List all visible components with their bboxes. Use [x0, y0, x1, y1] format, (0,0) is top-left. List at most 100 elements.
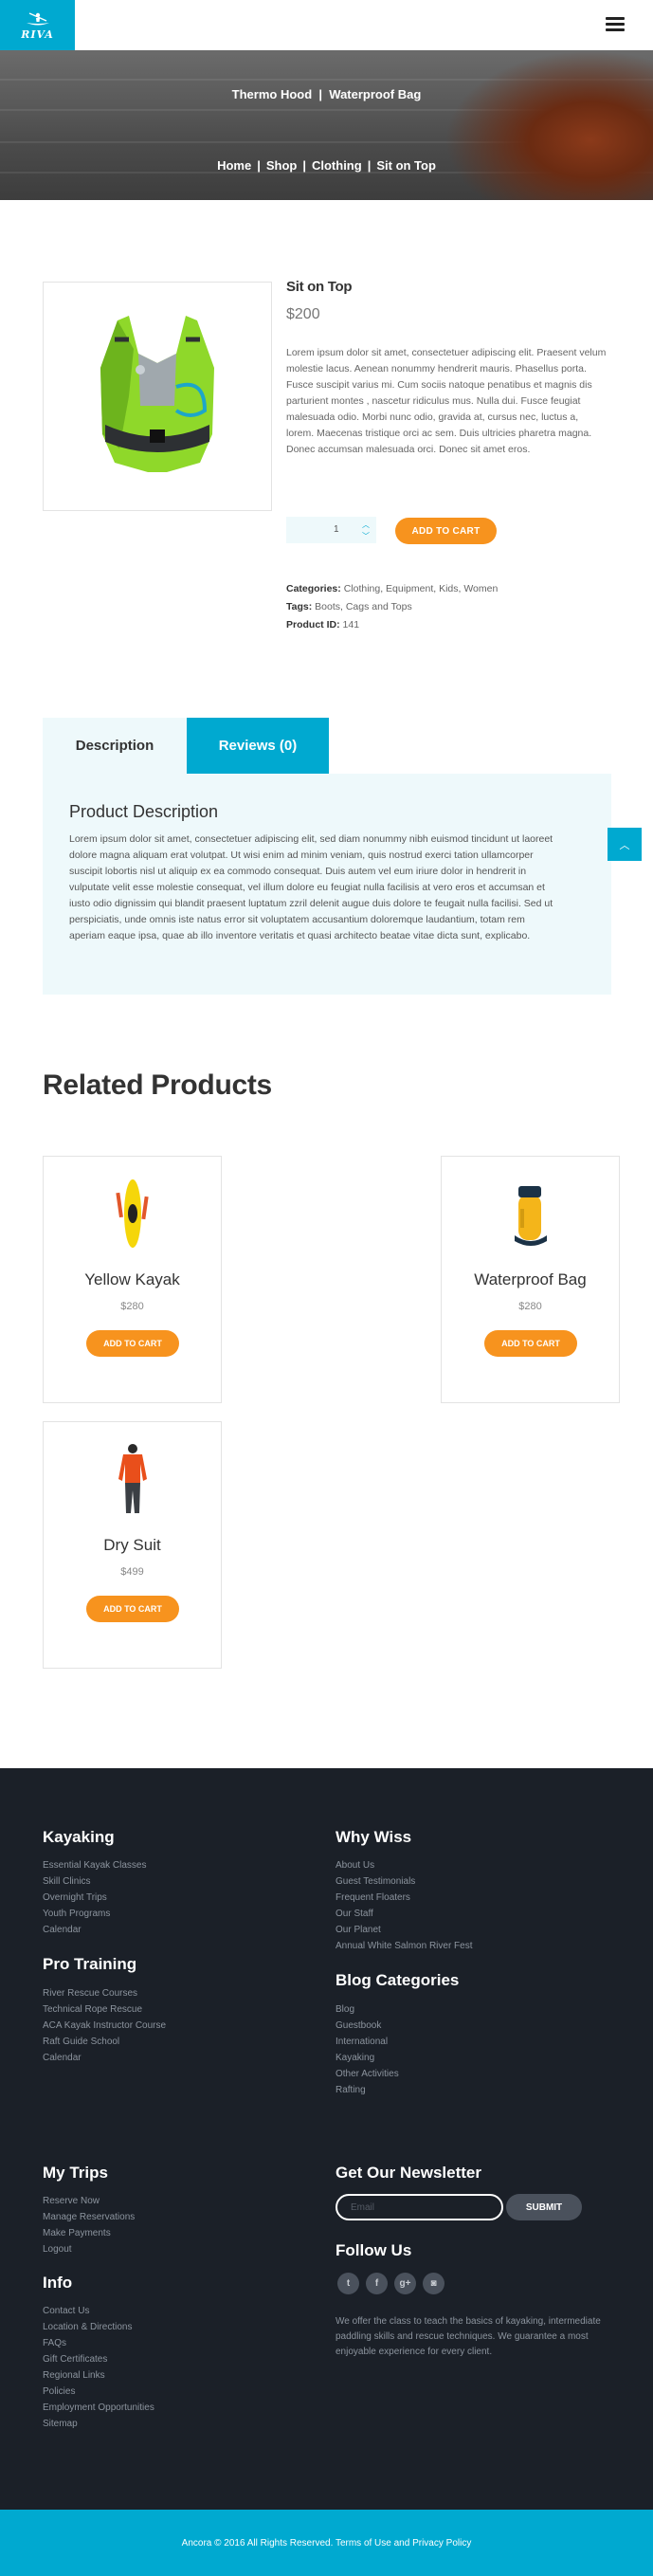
breadcrumb-clothing[interactable]: Clothing	[312, 158, 362, 173]
product-id: Product ID: 141	[286, 619, 359, 630]
add-to-cart-button[interactable]: ADD TO CART	[395, 518, 497, 544]
footer-link[interactable]: Skill Clinics	[43, 1873, 147, 1890]
footer-blog-categories-heading: Blog Categories	[336, 1971, 460, 1989]
related-product-card[interactable]: Dry Suit $499 ADD TO CART	[43, 1421, 222, 1669]
footer-link[interactable]: Rafting	[336, 2082, 399, 2098]
hero-banner	[0, 50, 653, 200]
breadcrumb-separator: |	[302, 158, 306, 173]
related-product-card[interactable]: Yellow Kayak $280 ADD TO CART	[43, 1156, 222, 1403]
categories-links[interactable]: Clothing, Equipment, Kids, Women	[344, 583, 499, 594]
footer-link[interactable]: Our Staff	[336, 1906, 473, 1922]
related-product-price: $280	[120, 1301, 144, 1312]
footer-blog-categories-links: Blog Guestbook International Kayaking Ot…	[336, 2001, 399, 2098]
footer-blurb: We offer the class to teach the basics o…	[336, 2316, 601, 2357]
footer-link[interactable]: River Rescue Courses	[43, 1985, 166, 2001]
related-products-heading: Related Products	[43, 1069, 272, 1101]
newsletter-heading: Get Our Newsletter	[336, 2164, 481, 2182]
footer-pro-training-links: River Rescue Courses Technical Rope Resc…	[43, 1985, 166, 2066]
footer-link[interactable]: Gift Certificates	[43, 2351, 154, 2367]
footer-link[interactable]: Raft Guide School	[43, 2034, 166, 2050]
add-to-cart-button[interactable]: ADD TO CART	[86, 1596, 179, 1622]
related-product-name[interactable]: Dry Suit	[44, 1536, 221, 1555]
related-product-name[interactable]: Yellow Kayak	[44, 1270, 221, 1289]
dry-suit-icon	[44, 1441, 221, 1517]
footer-link[interactable]: ACA Kayak Instructor Course	[43, 2018, 166, 2034]
categories-label: Categories:	[286, 583, 341, 594]
footer-link[interactable]: Calendar	[43, 2050, 166, 2066]
related-product-name[interactable]: Waterproof Bag	[442, 1270, 619, 1289]
footer-link[interactable]: Regional Links	[43, 2367, 154, 2384]
quantity-value[interactable]: 1	[334, 524, 339, 535]
product-description: Lorem ipsum dolor sit amet, consectetuer…	[286, 347, 607, 455]
footer-link[interactable]: About Us	[336, 1857, 473, 1873]
footer-link[interactable]: Frequent Floaters	[336, 1890, 473, 1906]
footer-link[interactable]: Reserve Now	[43, 2193, 135, 2209]
footer-link[interactable]: Manage Reservations	[43, 2209, 135, 2225]
footer-link[interactable]: Employment Opportunities	[43, 2400, 154, 2416]
hamburger-menu-icon[interactable]	[606, 17, 625, 31]
footer-info-heading: Info	[43, 2274, 73, 2292]
facebook-icon[interactable]: f	[366, 2273, 388, 2294]
product-categories: Categories: Clothing, Equipment, Kids, W…	[286, 583, 498, 594]
footer-link[interactable]: Calendar	[43, 1922, 147, 1938]
newsletter-email-input[interactable]	[336, 2194, 503, 2220]
breadcrumb: Home | Shop | Clothing | Sit on Top	[0, 158, 653, 173]
footer-link[interactable]: Technical Rope Rescue	[43, 2001, 166, 2018]
breadcrumb-current: Sit on Top	[376, 158, 436, 173]
footer-kayaking-heading: Kayaking	[43, 1828, 115, 1846]
footer-link[interactable]: Guest Testimonials	[336, 1873, 473, 1890]
kayaker-logo-icon	[26, 11, 49, 25]
footer-link[interactable]: Sitemap	[43, 2416, 154, 2432]
footer-link[interactable]: Kayaking	[336, 2050, 399, 2066]
instagram-icon[interactable]: ◙	[423, 2273, 444, 2294]
footer-link[interactable]: Contact Us	[43, 2303, 154, 2319]
related-product-card[interactable]: Waterproof Bag $280 ADD TO CART	[441, 1156, 620, 1403]
google-plus-icon[interactable]: g+	[394, 2273, 416, 2294]
footer-link[interactable]: Our Planet	[336, 1922, 473, 1938]
breadcrumb-shop[interactable]: Shop	[266, 158, 298, 173]
footer-link[interactable]: Logout	[43, 2241, 135, 2257]
product-id-value: 141	[342, 619, 360, 630]
related-product-price: $499	[120, 1566, 144, 1578]
newsletter-submit-button[interactable]: SUBMIT	[506, 2194, 582, 2220]
footer-link[interactable]: Overnight Trips	[43, 1890, 147, 1906]
footer-link[interactable]: Make Payments	[43, 2225, 135, 2241]
logo-text: RIVA	[21, 27, 54, 41]
footer-link[interactable]: Annual White Salmon River Fest	[336, 1938, 473, 1954]
footer-link[interactable]: Location & Directions	[43, 2319, 154, 2335]
scroll-to-top-icon[interactable]: ︿	[608, 828, 642, 861]
footer-link[interactable]: International	[336, 2034, 399, 2050]
site-logo[interactable]: RIVA	[0, 0, 75, 50]
quantity-decrease-icon[interactable]: ﹀	[362, 531, 370, 541]
twitter-icon[interactable]: t	[337, 2273, 359, 2294]
footer-my-trips-links: Reserve Now Manage Reservations Make Pay…	[43, 2193, 135, 2257]
add-to-cart-button[interactable]: ADD TO CART	[86, 1330, 179, 1357]
footer-link[interactable]: Other Activities	[336, 2066, 399, 2082]
tags-label: Tags:	[286, 601, 313, 612]
footer-link[interactable]: Blog	[336, 2001, 399, 2018]
footer-my-trips-heading: My Trips	[43, 2164, 108, 2182]
breadcrumb-home[interactable]: Home	[217, 158, 251, 173]
kayak-icon	[44, 1176, 221, 1251]
quantity-increase-icon[interactable]: ︿	[362, 520, 370, 530]
footer-kayaking-links: Essential Kayak Classes Skill Clinics Ov…	[43, 1857, 147, 1938]
tab-reviews[interactable]: Reviews (0)	[187, 718, 329, 774]
copyright-text[interactable]: Ancora © 2016 All Rights Reserved. Terms…	[0, 2538, 653, 2549]
add-to-cart-button[interactable]: ADD TO CART	[484, 1330, 577, 1357]
footer-info-links: Contact Us Location & Directions FAQs Gi…	[43, 2303, 154, 2432]
footer-link[interactable]: Essential Kayak Classes	[43, 1857, 147, 1873]
tags-links[interactable]: Boots, Cags and Tops	[315, 601, 412, 612]
follow-us-heading: Follow Us	[336, 2241, 412, 2259]
footer-link[interactable]: FAQs	[43, 2335, 154, 2351]
tab-description[interactable]: Description	[43, 718, 187, 774]
related-product-price: $280	[518, 1301, 542, 1312]
breadcrumb-separator: |	[367, 158, 372, 173]
footer-link[interactable]: Guestbook	[336, 2018, 399, 2034]
footer-link[interactable]: Policies	[43, 2384, 154, 2400]
product-image[interactable]	[43, 282, 272, 511]
description-text: Lorem ipsum dolor sit amet, consectetuer…	[69, 833, 553, 941]
footer-pro-training-heading: Pro Training	[43, 1955, 137, 1973]
hero-title: Thermo Hood | Waterproof Bag	[0, 87, 653, 101]
footer-link[interactable]: Youth Programs	[43, 1906, 147, 1922]
product-tags: Tags: Boots, Cags and Tops	[286, 601, 412, 612]
